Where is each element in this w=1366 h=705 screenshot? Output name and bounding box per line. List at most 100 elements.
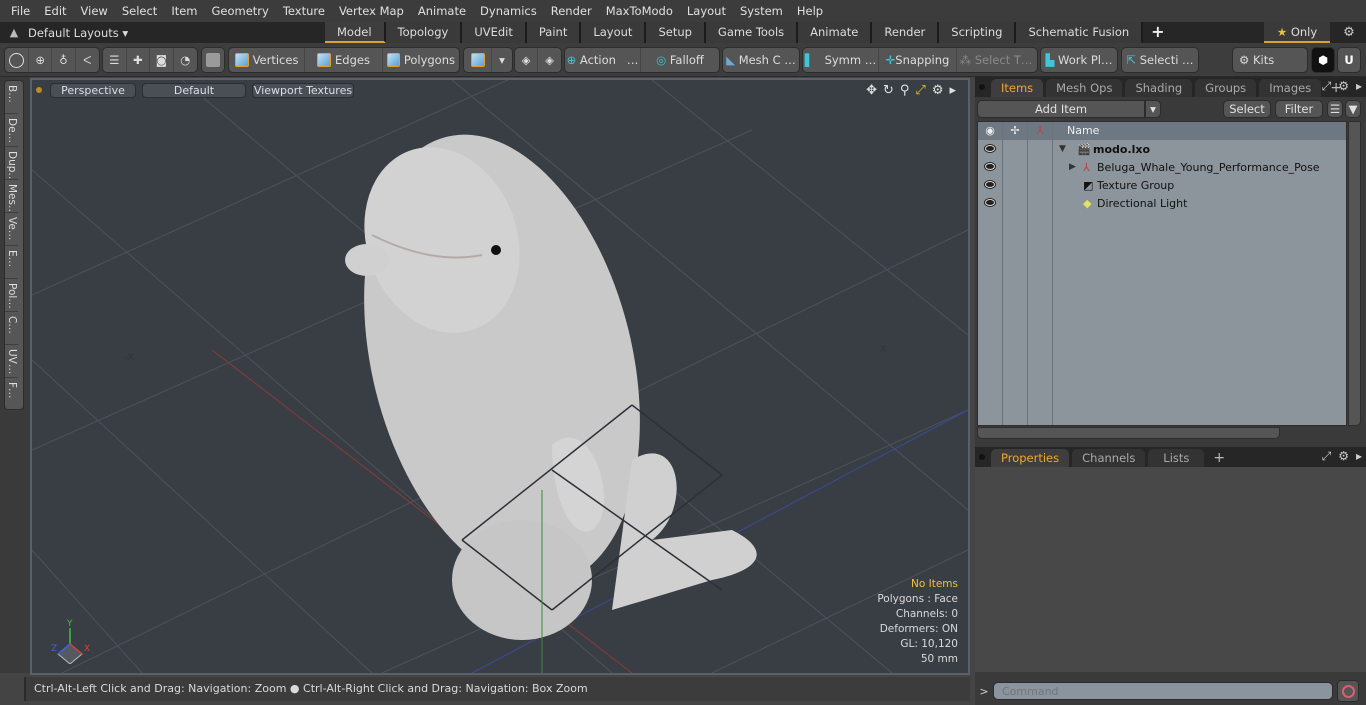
panel-arrow-icon[interactable]: ▸	[1356, 449, 1362, 464]
tab-schematic-fusion[interactable]: Schematic Fusion	[1016, 22, 1144, 43]
viewport-gear-icon[interactable]: ⚙	[932, 83, 944, 98]
tab-animate[interactable]: Animate	[798, 22, 873, 43]
tree-horizontal-scrollbar[interactable]	[977, 427, 1280, 439]
snapping-button[interactable]: ✛ Snapping	[879, 48, 957, 72]
left-tab-mesh-edit[interactable]: Mes…	[5, 180, 18, 213]
material-dropdown-button[interactable]: ▾	[492, 48, 512, 72]
menu-file[interactable]: File	[4, 0, 37, 22]
collapse-up-icon[interactable]: ▲	[0, 26, 28, 39]
viewport-indicator-icon[interactable]	[36, 87, 42, 93]
tab-model[interactable]: Model	[325, 22, 386, 43]
command-input[interactable]	[993, 682, 1333, 700]
tab-render[interactable]: Render	[872, 22, 940, 43]
dial-icon[interactable]: ◔	[174, 48, 197, 72]
view-mode-button[interactable]: Perspective	[50, 82, 136, 98]
pen-tool-icon[interactable]: ♁	[52, 48, 76, 72]
left-tab-duplicate[interactable]: Dup…	[5, 147, 18, 180]
left-tab-deform[interactable]: De…	[5, 114, 18, 147]
tab-setup[interactable]: Setup	[646, 22, 706, 43]
menu-maxtomodo[interactable]: MaxToModo	[599, 0, 680, 22]
funnel-filter-icon[interactable]: ▼	[1345, 100, 1361, 118]
select-button[interactable]: Select	[1223, 100, 1271, 118]
polygons-button[interactable]: Polygons	[383, 48, 459, 72]
center-icon[interactable]: ◈	[538, 48, 561, 72]
kits-button[interactable]: ⚙ Kits	[1233, 48, 1307, 72]
viewport-textures-button[interactable]: Viewport Textures	[252, 82, 354, 98]
tab-scripting[interactable]: Scripting	[939, 22, 1017, 43]
selection-sets-button[interactable]: ⇱ Selecti …	[1122, 48, 1198, 72]
left-tab-vertex[interactable]: Ve…	[5, 213, 18, 246]
name-column-header[interactable]: Name	[1053, 122, 1099, 140]
gear-icon[interactable]: ⚙	[1338, 22, 1360, 43]
select-through-button[interactable]: ⁂ Select T…	[957, 48, 1035, 72]
locator-column-icon[interactable]: ⅄	[1028, 122, 1053, 140]
path-tool-icon[interactable]: ᐸ	[76, 48, 99, 72]
panel-gear-icon[interactable]: ⚙	[1338, 79, 1349, 94]
tab-paint[interactable]: Paint	[526, 22, 582, 43]
add-layout-tab-button[interactable]: +	[1143, 22, 1172, 43]
tab-images[interactable]: Images	[1259, 79, 1322, 97]
work-plane-button[interactable]: ▙ Work Pl…	[1041, 48, 1117, 72]
add-item-button[interactable]: Add Item	[977, 100, 1145, 118]
frame-icon[interactable]: ◙	[150, 48, 174, 72]
circle-select-icon[interactable]	[5, 48, 29, 72]
align-icon[interactable]: ☰	[103, 48, 127, 72]
menu-layout[interactable]: Layout	[680, 0, 733, 22]
menu-vertex-map[interactable]: Vertex Map	[332, 0, 411, 22]
left-tab-basic[interactable]: B…	[5, 81, 18, 114]
tab-layout[interactable]: Layout	[581, 22, 647, 43]
tab-uvedit[interactable]: UVEdit	[462, 22, 527, 43]
shading-mode-button[interactable]: Default	[142, 82, 246, 98]
tab-groups[interactable]: Groups	[1195, 79, 1257, 97]
action-center-button[interactable]: ⊕ Action …	[565, 48, 641, 72]
tab-properties[interactable]: Properties	[991, 449, 1070, 467]
menu-help[interactable]: Help	[790, 0, 830, 22]
left-tab-curve[interactable]: C…	[5, 312, 18, 345]
add-properties-tab-button[interactable]: +	[1207, 449, 1231, 467]
symmetry-button[interactable]: ▌ Symm …	[803, 48, 879, 72]
lock-column-icon[interactable]: ✢	[1003, 122, 1028, 140]
globe-icon[interactable]: ⊕	[29, 48, 53, 72]
menu-texture[interactable]: Texture	[276, 0, 332, 22]
edges-button[interactable]: Edges	[305, 48, 383, 72]
menu-render[interactable]: Render	[544, 0, 599, 22]
menu-item[interactable]: Item	[164, 0, 204, 22]
only-toggle[interactable]: ★ Only	[1264, 22, 1330, 43]
tab-items[interactable]: Items	[991, 79, 1044, 97]
pan-icon[interactable]: ✥	[866, 83, 877, 98]
tab-game-tools[interactable]: Game Tools	[705, 22, 799, 43]
visibility-column-eye-icon[interactable]: ◉	[978, 122, 1003, 140]
menu-animate[interactable]: Animate	[411, 0, 473, 22]
vertices-button[interactable]: Vertices	[229, 48, 305, 72]
menu-dynamics[interactable]: Dynamics	[473, 0, 544, 22]
left-tab-fusion[interactable]: F…	[5, 378, 18, 411]
mesh-constraint-button[interactable]: ◣ Mesh C …	[723, 48, 799, 72]
list-options-icon[interactable]: ☰	[1327, 100, 1343, 118]
panel-gear-icon[interactable]: ⚙	[1338, 449, 1349, 464]
menu-geometry[interactable]: Geometry	[205, 0, 276, 22]
default-layouts-dropdown[interactable]: Default Layouts ▾	[28, 26, 318, 40]
unreal-button[interactable]: U	[1337, 47, 1361, 73]
record-macro-button[interactable]	[1337, 680, 1359, 702]
unity-button[interactable]: ⬢	[1311, 47, 1335, 73]
item-mode-button[interactable]	[201, 47, 225, 73]
tab-mesh-ops[interactable]: Mesh Ops	[1046, 79, 1123, 97]
filter-button[interactable]: Filter	[1275, 100, 1323, 118]
falloff-button[interactable]: ◎ Falloff	[641, 48, 719, 72]
expand-arrow-icon[interactable]: ▼	[1059, 144, 1073, 154]
menu-system[interactable]: System	[733, 0, 790, 22]
menu-edit[interactable]: Edit	[37, 0, 73, 22]
tab-shading[interactable]: Shading	[1125, 79, 1193, 97]
menu-view[interactable]: View	[74, 0, 115, 22]
maximize-icon[interactable]: ⤢	[915, 83, 925, 98]
expand-arrow-icon[interactable]: ▶	[1069, 162, 1083, 172]
rotate-icon[interactable]: ↻	[883, 83, 894, 98]
viewport-menu-arrow-icon[interactable]: ▸	[949, 83, 956, 98]
expand-icon[interactable]: ⤢	[1322, 79, 1332, 94]
uv-cross-icon[interactable]: ✚	[127, 48, 151, 72]
expand-icon[interactable]: ⤢	[1322, 449, 1332, 464]
left-tab-edge[interactable]: E…	[5, 246, 18, 279]
menu-select[interactable]: Select	[115, 0, 164, 22]
3d-viewport[interactable]: -X X Perspective Default Viewport Textur…	[30, 78, 970, 675]
left-tab-polygon[interactable]: Pol…	[5, 279, 18, 312]
